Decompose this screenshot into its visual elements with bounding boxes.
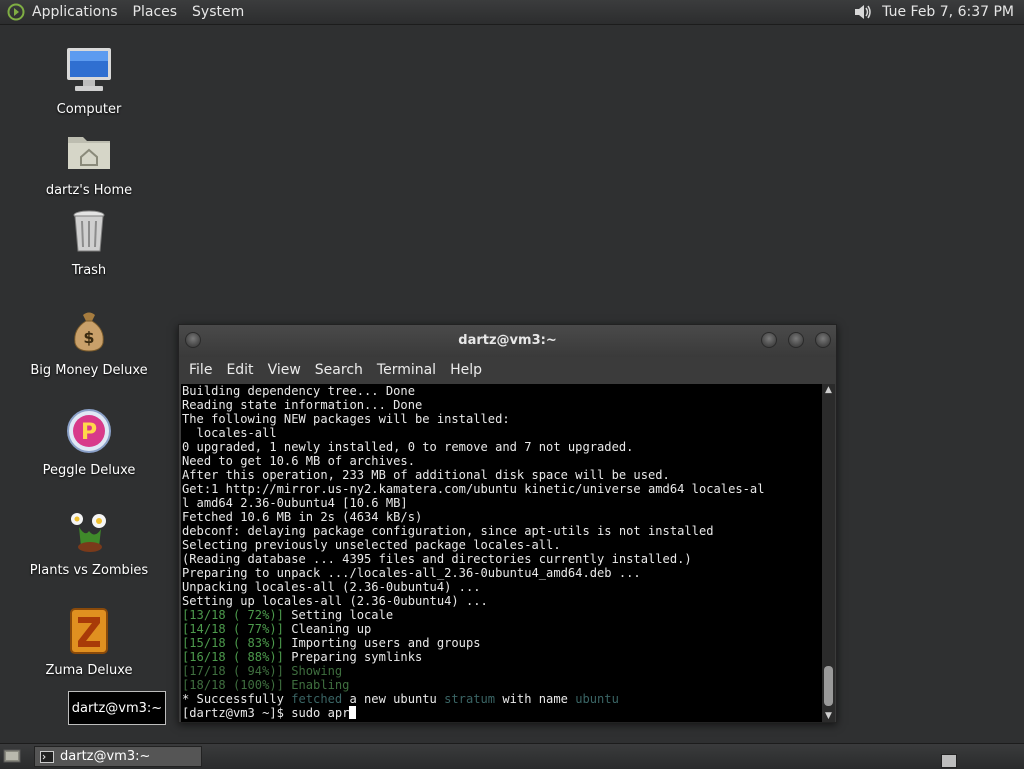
terminal-line: Get:1 http://mirror.us-ny2.kamatera.com/… <box>182 482 765 496</box>
terminal-titlebar[interactable]: dartz@vm3:~ <box>179 325 836 357</box>
terminal-title: dartz@vm3:~ <box>458 333 557 348</box>
terminal-line: Reading state information... Done <box>182 398 423 412</box>
terminal-line: Need to get 10.6 MB of archives. <box>182 454 415 468</box>
desktop-icon-label: Trash <box>71 263 107 278</box>
terminal-line: Selecting previously unselected package … <box>182 538 561 552</box>
terminal-line: Building dependency tree... Done <box>182 384 415 398</box>
trash-icon <box>73 210 105 252</box>
top-panel: Applications Places System Tue Feb 7, 6:… <box>0 0 1024 25</box>
terminal-icon <box>40 750 54 763</box>
menu-terminal[interactable]: Terminal <box>377 362 436 378</box>
clock[interactable]: Tue Feb 7, 6:37 PM <box>882 4 1014 20</box>
scroll-up-icon[interactable]: ▲ <box>822 384 835 396</box>
desktop-icon-zuma[interactable]: Zuma Deluxe <box>14 607 164 678</box>
applications-menu[interactable]: Applications <box>32 4 118 20</box>
menu-search[interactable]: Search <box>315 362 363 378</box>
text-cursor <box>349 706 357 719</box>
system-menu[interactable]: System <box>192 4 244 20</box>
computer-icon <box>67 48 111 91</box>
desktop-icon-computer[interactable]: Computer <box>14 46 164 117</box>
success-text: with name <box>495 692 576 706</box>
terminal-output[interactable]: Building dependency tree... Done Reading… <box>181 384 822 722</box>
progress-prefix: [18/18 (100%)] <box>182 678 284 692</box>
desktop-icon-label: Plants vs Zombies <box>29 563 149 578</box>
plants-icon <box>71 513 106 552</box>
svg-text:P: P <box>81 420 97 445</box>
progress-text: Setting locale <box>283 608 394 622</box>
progress-text: Enabling <box>283 678 350 692</box>
peggle-icon: P <box>67 409 111 453</box>
progress-prefix: [14/18 ( 77%)] <box>182 622 284 636</box>
menu-help[interactable]: Help <box>450 362 482 378</box>
zuma-icon <box>70 608 108 654</box>
terminal-menubar: File Edit View Search Terminal Help <box>179 357 836 383</box>
desktop-icon-label: Big Money Deluxe <box>30 363 148 378</box>
progress-prefix: [13/18 ( 72%)] <box>182 608 284 622</box>
terminal-line: Preparing to unpack .../locales-all_2.36… <box>182 566 641 580</box>
close-button[interactable] <box>815 332 831 348</box>
taskbar-label: dartz@vm3:~ <box>60 749 151 764</box>
volume-icon[interactable] <box>852 1 874 23</box>
menu-edit[interactable]: Edit <box>226 362 253 378</box>
places-menu[interactable]: Places <box>133 4 178 20</box>
success-text: * Successfully <box>182 692 292 706</box>
menu-file[interactable]: File <box>189 362 212 378</box>
scrollbar-thumb[interactable] <box>824 666 833 706</box>
terminal-line: l amd64 2.36-0ubuntu4 [10.6 MB] <box>182 496 408 510</box>
terminal-line: Fetched 10.6 MB in 2s (4634 kB/s) <box>182 510 423 524</box>
desktop-icon-peggle[interactable]: P Peggle Deluxe <box>14 407 164 478</box>
scroll-down-icon[interactable]: ▼ <box>822 710 835 722</box>
desktop-icon-label: dartz's Home <box>45 183 133 198</box>
success-text: stratum <box>444 692 496 706</box>
success-text: ubuntu <box>575 692 619 706</box>
terminal-window: dartz@vm3:~ File Edit View Search Termin… <box>178 324 837 723</box>
svg-text:$: $ <box>83 328 94 347</box>
menu-view[interactable]: View <box>268 362 301 378</box>
terminal-line: locales-all <box>182 426 277 440</box>
terminal-line: 0 upgraded, 1 newly installed, 0 to remo… <box>182 440 634 454</box>
desktop-icon-label: Computer <box>56 102 122 117</box>
terminal-line: debconf: delaying package configuration,… <box>182 524 714 538</box>
bottom-panel: dartz@vm3:~ <box>0 743 1024 769</box>
workspace-switcher[interactable] <box>941 754 957 768</box>
desktop-icon-home[interactable]: dartz's Home <box>14 127 164 198</box>
menu-logo-icon[interactable] <box>6 2 26 22</box>
terminal-line: Setting up locales-all (2.36-0ubuntu4) .… <box>182 594 488 608</box>
terminal-line: After this operation, 233 MB of addition… <box>182 468 670 482</box>
minimize-button[interactable] <box>761 332 777 348</box>
progress-prefix: [17/18 ( 94%)] <box>182 664 284 678</box>
show-desktop-icon[interactable] <box>3 747 21 765</box>
shell-command[interactable]: sudo apr <box>291 706 349 720</box>
terminal-line: The following NEW packages will be insta… <box>182 412 510 426</box>
taskbar-tooltip: dartz@vm3:~ <box>68 691 166 725</box>
success-text: fetched <box>291 692 343 706</box>
terminal-line: Unpacking locales-all (2.36-0ubuntu4) ..… <box>182 580 481 594</box>
progress-text: Importing users and groups <box>283 636 481 650</box>
progress-prefix: [15/18 ( 83%)] <box>182 636 284 650</box>
money-bag-icon: $ <box>74 312 104 352</box>
success-text: a new ubuntu <box>342 692 445 706</box>
maximize-button[interactable] <box>788 332 804 348</box>
progress-text: Cleaning up <box>283 622 372 636</box>
desktop-icon-big-money[interactable]: $ Big Money Deluxe <box>14 307 164 378</box>
shell-prompt: [dartz@vm3 ~]$ <box>182 706 292 720</box>
progress-text: Showing <box>283 664 343 678</box>
home-folder-icon <box>68 137 110 169</box>
progress-text: Preparing symlinks <box>283 650 423 664</box>
terminal-scrollbar[interactable]: ▲ ▼ <box>822 384 835 722</box>
desktop-icon-trash[interactable]: Trash <box>14 207 164 278</box>
desktop-icon-label: Zuma Deluxe <box>45 663 133 678</box>
terminal-line: (Reading database ... 4395 files and dir… <box>182 552 692 566</box>
desktop-icon-plants[interactable]: Plants vs Zombies <box>14 507 164 578</box>
desktop-icon-label: Peggle Deluxe <box>42 463 136 478</box>
taskbar-terminal-button[interactable]: dartz@vm3:~ <box>34 746 202 767</box>
progress-prefix: [16/18 ( 88%)] <box>182 650 284 664</box>
